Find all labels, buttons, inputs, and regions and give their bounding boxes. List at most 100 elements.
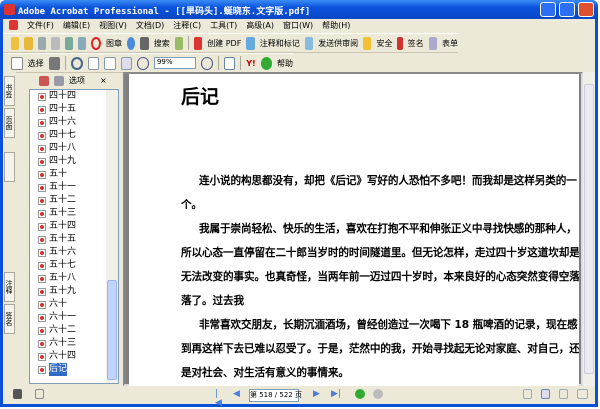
- paragraph-line: 我属于崇尚轻松、快乐的生活，喜欢在打抱不平和伸张正义中寻找快感的那种人，: [199, 223, 577, 235]
- bookmark-item[interactable]: 五十六: [30, 246, 118, 259]
- bookmark-item[interactable]: 四十九: [30, 155, 118, 168]
- bookmark-icon[interactable]: [39, 75, 49, 86]
- document-scrollbar[interactable]: [583, 72, 595, 386]
- bookmark-item[interactable]: 五十七: [30, 259, 118, 272]
- forms-button[interactable]: 表单: [442, 38, 458, 49]
- create-pdf-button[interactable]: 创建 PDF: [207, 38, 241, 49]
- separator: [188, 36, 189, 50]
- bookmark-item[interactable]: 四十五: [30, 103, 118, 116]
- next-page-button[interactable]: ▶: [313, 390, 322, 399]
- bookmark-item[interactable]: 六十三: [30, 337, 118, 350]
- comment-markup-button[interactable]: 注释和标记: [260, 38, 300, 49]
- menu-file[interactable]: 文件(F): [27, 20, 54, 33]
- actual-size-icon[interactable]: [87, 56, 100, 70]
- web-icon[interactable]: [127, 36, 136, 50]
- bookmark-item[interactable]: 六十四: [30, 350, 118, 363]
- help-button[interactable]: 帮助: [277, 58, 293, 69]
- minimize-button[interactable]: [540, 2, 556, 17]
- bookmark-page-icon: [38, 196, 46, 205]
- bookmark-item[interactable]: 五十一: [30, 181, 118, 194]
- menu-help[interactable]: 帮助(H): [322, 20, 350, 33]
- tab-signatures[interactable]: 签名: [4, 304, 15, 334]
- maximize-button[interactable]: [559, 2, 575, 17]
- bookmark-label: 五十三: [49, 208, 77, 218]
- menu-view[interactable]: 视图(V): [99, 20, 127, 33]
- panel-toggle-icon[interactable]: [13, 389, 22, 399]
- continuous-icon[interactable]: [541, 389, 550, 399]
- snapshot-icon[interactable]: [48, 56, 60, 70]
- yahoo-icon[interactable]: Y!: [246, 59, 255, 68]
- send-review-button[interactable]: 发送供审阅: [318, 38, 358, 49]
- bookmark-item[interactable]: 五十三: [30, 207, 118, 220]
- menu-edit[interactable]: 编辑(E): [63, 20, 90, 33]
- select-tool-button[interactable]: 选择: [28, 58, 44, 69]
- zoom-in-tool-icon[interactable]: [70, 56, 83, 70]
- close-button[interactable]: [578, 2, 594, 17]
- binoculars-icon[interactable]: [140, 36, 149, 50]
- picture-tasks-icon[interactable]: [174, 36, 184, 50]
- rotate-icon[interactable]: [223, 56, 236, 70]
- bookmark-item[interactable]: 五十九: [30, 285, 118, 298]
- menu-tools[interactable]: 工具(T): [210, 20, 237, 33]
- scrollbar[interactable]: [106, 90, 118, 383]
- open-icon[interactable]: [11, 36, 20, 50]
- stamp-button[interactable]: 图章: [106, 38, 122, 49]
- bookmark-page-icon: [38, 274, 46, 283]
- status-bar: |◀ ◀ 第 518 / 522 页 ▶ ▶|: [3, 386, 595, 408]
- bookmark-item[interactable]: 五十二: [30, 194, 118, 207]
- search-button[interactable]: 搜索: [154, 38, 170, 49]
- options-button[interactable]: 选项: [69, 75, 85, 86]
- menu-window[interactable]: 窗口(W): [283, 20, 313, 33]
- go-back-icon[interactable]: [373, 389, 383, 399]
- zoom-out-icon[interactable]: [137, 56, 149, 70]
- facing-icon[interactable]: [577, 389, 588, 399]
- scroll-thumb[interactable]: [584, 84, 594, 374]
- print-icon[interactable]: [51, 36, 60, 50]
- single-page-icon[interactable]: [523, 389, 532, 399]
- close-panel-button[interactable]: ×: [100, 76, 107, 85]
- bookmark-item[interactable]: 五十四: [30, 220, 118, 233]
- bookmark-item[interactable]: 后记: [30, 363, 118, 376]
- doc-properties-icon[interactable]: [35, 389, 44, 399]
- menu-comments[interactable]: 注释(C): [173, 20, 201, 33]
- tab-blank[interactable]: [4, 152, 15, 182]
- tab-bookmarks[interactable]: 书签: [4, 76, 15, 106]
- scroll-thumb[interactable]: [107, 280, 117, 380]
- bookmark-item[interactable]: 四十四: [30, 90, 118, 103]
- bookmark-item[interactable]: 六十: [30, 298, 118, 311]
- delete-bookmark-icon[interactable]: [54, 75, 64, 86]
- last-page-button[interactable]: ▶|: [331, 390, 341, 399]
- bookmark-label: 五十九: [49, 286, 77, 296]
- organizer-icon[interactable]: [24, 36, 33, 50]
- menu-advanced[interactable]: 高级(A): [246, 20, 274, 33]
- zoom-in-icon[interactable]: [201, 56, 213, 70]
- bookmark-item[interactable]: 四十七: [30, 129, 118, 142]
- page-number-input[interactable]: 第 518 / 522 页: [249, 389, 302, 402]
- fit-width-icon[interactable]: [120, 56, 133, 70]
- sign-button[interactable]: 签名: [408, 38, 424, 49]
- bookmark-page-icon: [38, 157, 46, 166]
- email-icon[interactable]: [64, 36, 73, 50]
- bookmark-item[interactable]: 五十: [30, 168, 118, 181]
- zoom-input[interactable]: 99%: [153, 57, 197, 69]
- stamp-icon[interactable]: [91, 36, 102, 50]
- tab-comments[interactable]: 注释: [4, 272, 15, 302]
- save-icon[interactable]: [37, 36, 47, 50]
- bookmark-item[interactable]: 六十一: [30, 311, 118, 324]
- first-page-button[interactable]: |◀: [215, 390, 224, 408]
- bookmark-item[interactable]: 五十五: [30, 233, 118, 246]
- bookmark-item[interactable]: 六十二: [30, 324, 118, 337]
- fit-page-icon[interactable]: [104, 56, 116, 70]
- separator: [64, 56, 66, 70]
- secure-button[interactable]: 安全: [376, 38, 392, 49]
- bookmark-item[interactable]: 五十八: [30, 272, 118, 285]
- menu-document[interactable]: 文档(D): [136, 20, 164, 33]
- hand-tool-icon[interactable]: [11, 56, 23, 70]
- continuous-facing-icon[interactable]: [559, 389, 568, 399]
- tab-pages[interactable]: 页面: [4, 108, 15, 138]
- go-forward-icon[interactable]: [355, 389, 365, 399]
- attach-icon[interactable]: [77, 36, 87, 50]
- prev-page-button[interactable]: ◀: [233, 390, 242, 399]
- bookmark-item[interactable]: 四十六: [30, 116, 118, 129]
- bookmark-item[interactable]: 四十八: [30, 142, 118, 155]
